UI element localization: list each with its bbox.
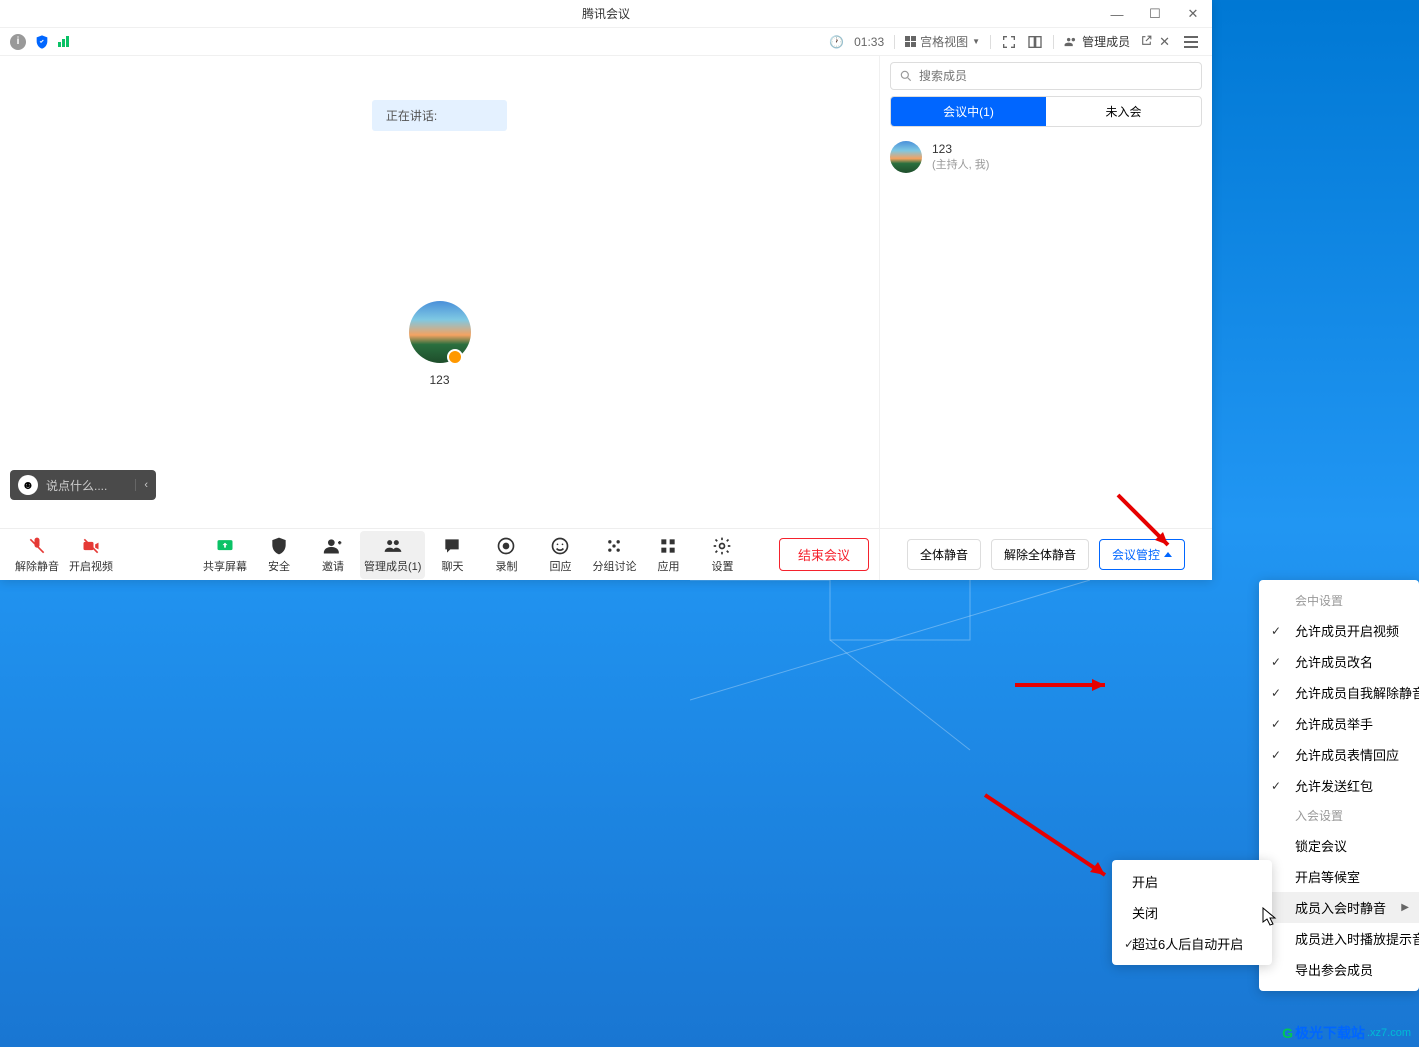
quick-chat[interactable]: ☻ 说点什么.... ‹ [10,470,156,500]
menu-allow-redpacket[interactable]: ✓允许发送红包 [1259,770,1419,801]
meeting-control-menu: 会中设置 ✓允许成员开启视频 ✓允许成员改名 ✓允许成员自我解除静音 ✓允许成员… [1259,580,1419,991]
menu-allow-rename[interactable]: ✓允许成员改名 [1259,646,1419,677]
menu-allow-self-unmute[interactable]: ✓允许成员自我解除静音 [1259,677,1419,708]
mute-all-button[interactable]: 全体静音 [907,539,981,570]
menu-allow-reactions[interactable]: ✓允许成员表情回应 [1259,739,1419,770]
panel-footer: 全体静音 解除全体静音 会议管控 [880,528,1212,580]
popout-icon[interactable] [1140,34,1153,47]
title-bar: 腾讯会议 — ☐ ✕ [0,0,1212,28]
info-icon[interactable]: i [10,34,26,50]
invite-button[interactable]: 邀请 [306,531,360,579]
minimize-button[interactable]: — [1098,0,1136,28]
breakout-button[interactable]: 分组讨论 [587,531,641,579]
mute-on-join-submenu: 开启 关闭 ✓超过6人后自动开启 [1112,860,1272,965]
settings-button[interactable]: 设置 [695,531,749,579]
menu-mute-on-join[interactable]: 成员入会时静音▶ [1259,892,1419,923]
header-bar: i 🕐 01:33 宫格视图 ▼ 管理成员 [0,28,1212,56]
participant-tile[interactable]: 123 [409,301,471,387]
annotation-arrow [1010,675,1120,695]
menu-export-members[interactable]: 导出参会成员 [1259,954,1419,985]
menu-section-in-meeting: 会中设置 [1259,586,1419,615]
close-panel-icon[interactable]: ✕ [1159,34,1170,50]
emoji-icon[interactable]: ☻ [18,475,38,495]
menu-allow-video[interactable]: ✓允许成员开启视频 [1259,615,1419,646]
members-panel-title: 管理成员 [1064,33,1130,50]
clock-icon: 🕐 [829,35,844,49]
member-role: (主持人, 我) [932,156,989,172]
view-selector[interactable]: 宫格视图 ▼ [905,33,980,50]
search-box[interactable] [890,62,1202,90]
menu-icon[interactable] [1180,36,1202,48]
avatar [409,301,471,363]
participant-name: 123 [429,373,449,387]
bottom-toolbar: 解除静音 开启视频 共享屏幕 安全 邀请 管理成员(1) [0,528,879,580]
close-button[interactable]: ✕ [1174,0,1212,28]
members-panel: 会议中(1) 未入会 123 (主持人, 我) 全体静音 解除全体静音 会议管控 [879,56,1212,580]
member-row[interactable]: 123 (主持人, 我) [890,137,1202,177]
search-input[interactable] [919,69,1193,83]
apps-button[interactable]: 应用 [641,531,695,579]
unmute-button[interactable]: 解除静音 [10,531,64,579]
annotation-arrow [980,790,1120,890]
submenu-off[interactable]: 关闭 [1112,897,1272,928]
meeting-timer: 01:33 [854,35,884,49]
member-list: 123 (主持人, 我) [880,127,1212,528]
signal-icon [58,36,69,47]
submenu-auto6[interactable]: ✓超过6人后自动开启 [1112,928,1272,959]
shield-icon[interactable] [34,34,50,50]
reactions-button[interactable]: 回应 [533,531,587,579]
meeting-control-button[interactable]: 会议管控 [1099,539,1185,570]
menu-play-join-tone[interactable]: 成员进入时播放提示音 [1259,923,1419,954]
app-window: 腾讯会议 — ☐ ✕ i 🕐 01:33 宫格视图 ▼ [0,0,1212,580]
watermark: G极光下载站.xz7.com [1282,1023,1411,1043]
member-name: 123 [932,142,989,156]
submenu-on[interactable]: 开启 [1112,866,1272,897]
menu-section-join: 入会设置 [1259,801,1419,830]
menu-lock-meeting[interactable]: 锁定会议 [1259,830,1419,861]
chat-button[interactable]: 聊天 [425,531,479,579]
tab-in-meeting[interactable]: 会议中(1) [891,97,1046,126]
member-tabs: 会议中(1) 未入会 [890,96,1202,127]
share-screen-button[interactable]: 共享屏幕 [198,531,252,579]
chat-placeholder: 说点什么.... [46,477,127,494]
caret-up-icon [1164,552,1172,557]
start-video-button[interactable]: 开启视频 [64,531,118,579]
window-title: 腾讯会议 [582,5,630,22]
search-icon [899,69,913,83]
fullscreen-icon[interactable] [1001,34,1017,50]
sidebar-toggle-icon[interactable] [1027,34,1043,50]
end-meeting-button[interactable]: 结束会议 [779,538,869,571]
host-badge-icon [447,349,463,365]
unmute-all-button[interactable]: 解除全体静音 [991,539,1089,570]
record-button[interactable]: 录制 [479,531,533,579]
tab-not-joined[interactable]: 未入会 [1046,97,1201,126]
security-button[interactable]: 安全 [252,531,306,579]
manage-members-button[interactable]: 管理成员(1) [360,531,425,579]
cursor-icon [1262,907,1278,927]
grid-icon [905,36,916,47]
menu-waiting-room[interactable]: 开启等候室 [1259,861,1419,892]
speaking-banner: 正在讲话: [372,100,507,131]
video-grid: 正在讲话: 123 ☻ 说点什么.... ‹ [0,56,879,580]
maximize-button[interactable]: ☐ [1136,0,1174,28]
collapse-icon[interactable]: ‹ [135,479,148,491]
menu-allow-raise-hand[interactable]: ✓允许成员举手 [1259,708,1419,739]
avatar [890,141,922,173]
